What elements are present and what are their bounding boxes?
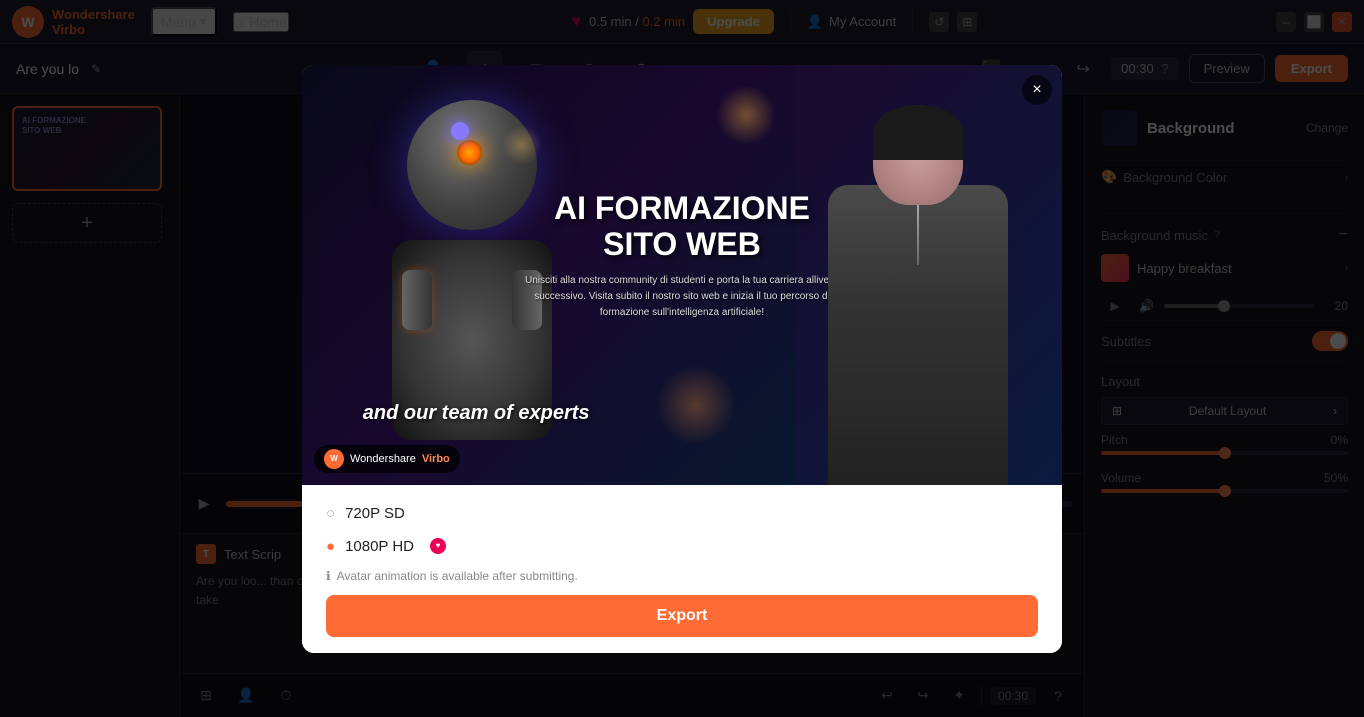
res-1080-label: 1080P HD: [345, 538, 414, 555]
info-icon: ℹ: [326, 569, 331, 583]
modal-bottom: ○ 720P SD ● 1080P HD ♥ ℹ Avatar animatio…: [302, 485, 1062, 653]
avatar-hair: [873, 105, 963, 160]
radio-1080-icon: ●: [326, 538, 335, 555]
virbo-watermark: W Wondershare Virbo: [314, 445, 460, 473]
modal-close-button[interactable]: ×: [1022, 75, 1052, 105]
info-text: Avatar animation is available after subm…: [337, 569, 578, 583]
info-row: ℹ Avatar animation is available after su…: [326, 569, 1038, 583]
modal-overlay: AI FORMAZIONE SITO WEB Unisciti alla nos…: [0, 0, 1364, 717]
robot-eye-right: [457, 140, 482, 165]
robot-glow: [451, 122, 469, 140]
bokeh1: [716, 85, 776, 145]
virbo-logo-small: W: [324, 449, 344, 469]
export-dialog-button[interactable]: Export: [326, 595, 1038, 637]
bokeh2: [656, 365, 736, 445]
overlay-cta: and our team of experts: [363, 402, 590, 425]
premium-badge: ♥: [430, 538, 446, 554]
watermark-brand: Wondershare: [350, 453, 416, 465]
robot-arm-left: [402, 270, 432, 330]
avatar-container: [773, 65, 1062, 485]
modal-video: AI FORMAZIONE SITO WEB Unisciti alla nos…: [302, 65, 1062, 485]
watermark-product: Virbo: [422, 453, 450, 465]
bokeh3: [502, 125, 542, 165]
avatar-figure: [818, 105, 1018, 485]
avatar-body: [828, 185, 1008, 485]
resolution-1080-option[interactable]: ● 1080P HD ♥: [326, 534, 1038, 559]
avatar-detail: [917, 205, 919, 265]
export-modal: AI FORMAZIONE SITO WEB Unisciti alla nos…: [302, 65, 1062, 653]
radio-720-icon: ○: [326, 505, 335, 522]
resolution-720-option[interactable]: ○ 720P SD: [326, 501, 1038, 526]
resolution-options: ○ 720P SD ● 1080P HD ♥: [326, 501, 1038, 569]
res-720-label: 720P SD: [345, 505, 405, 522]
